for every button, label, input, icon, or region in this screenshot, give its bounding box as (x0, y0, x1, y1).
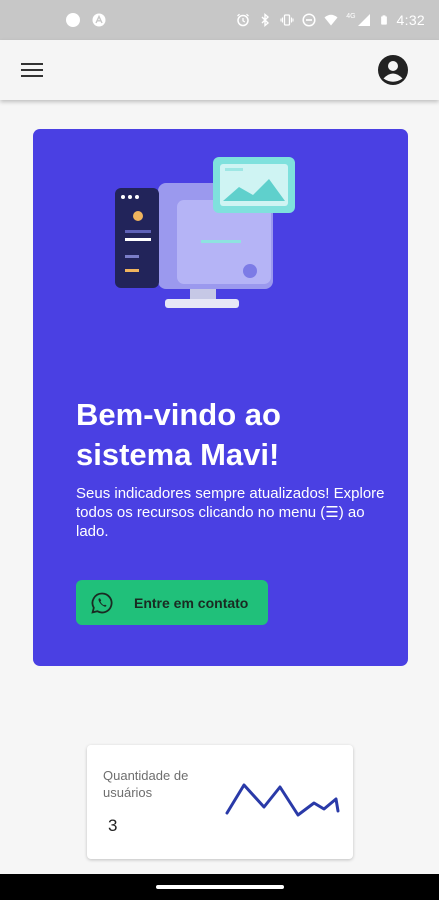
computer-dashboard-illustration-icon (115, 157, 295, 308)
users-sparkline-icon (225, 783, 340, 817)
system-navigation-bar (0, 874, 439, 900)
metric-value: 3 (108, 816, 118, 835)
users-count-card[interactable]: Quantidade de usuários 3 (87, 745, 353, 859)
alarm-icon (237, 13, 250, 27)
network-type-label: 4G (346, 13, 356, 20)
status-bar-left (66, 13, 106, 27)
welcome-title: Bem-vindo ao sistema Mavi! (76, 397, 281, 472)
notification-dot-icon (66, 13, 80, 27)
do-not-disturb-icon (302, 13, 316, 27)
whatsapp-icon (91, 592, 113, 614)
welcome-description: Seus indicadores sempre atualizados! Exp… (76, 485, 385, 540)
app-bar (0, 40, 439, 100)
status-bar-right: 4G 4:32 (236, 12, 425, 28)
contact-button[interactable]: Entre em contato (76, 580, 268, 625)
account-circle-icon[interactable] (377, 54, 409, 86)
metric-label: Quantidade de usuários (103, 768, 189, 800)
menu-button[interactable] (20, 58, 44, 82)
status-bar: 4G 4:32 (0, 0, 439, 40)
wifi-icon (324, 14, 338, 26)
home-indicator[interactable] (155, 885, 284, 889)
vibrate-icon (280, 14, 294, 26)
signal-icon (357, 14, 370, 26)
signal-group: 4G (346, 13, 370, 27)
bluetooth-icon (261, 13, 270, 27)
menu-icon (21, 63, 43, 77)
app-notification-icon (92, 13, 106, 27)
battery-icon (380, 15, 387, 25)
welcome-card: Bem-vindo ao sistema Mavi! Seus indicado… (33, 129, 408, 666)
status-time: 4:32 (396, 12, 425, 28)
contact-button-label: Entre em contato (134, 594, 249, 611)
